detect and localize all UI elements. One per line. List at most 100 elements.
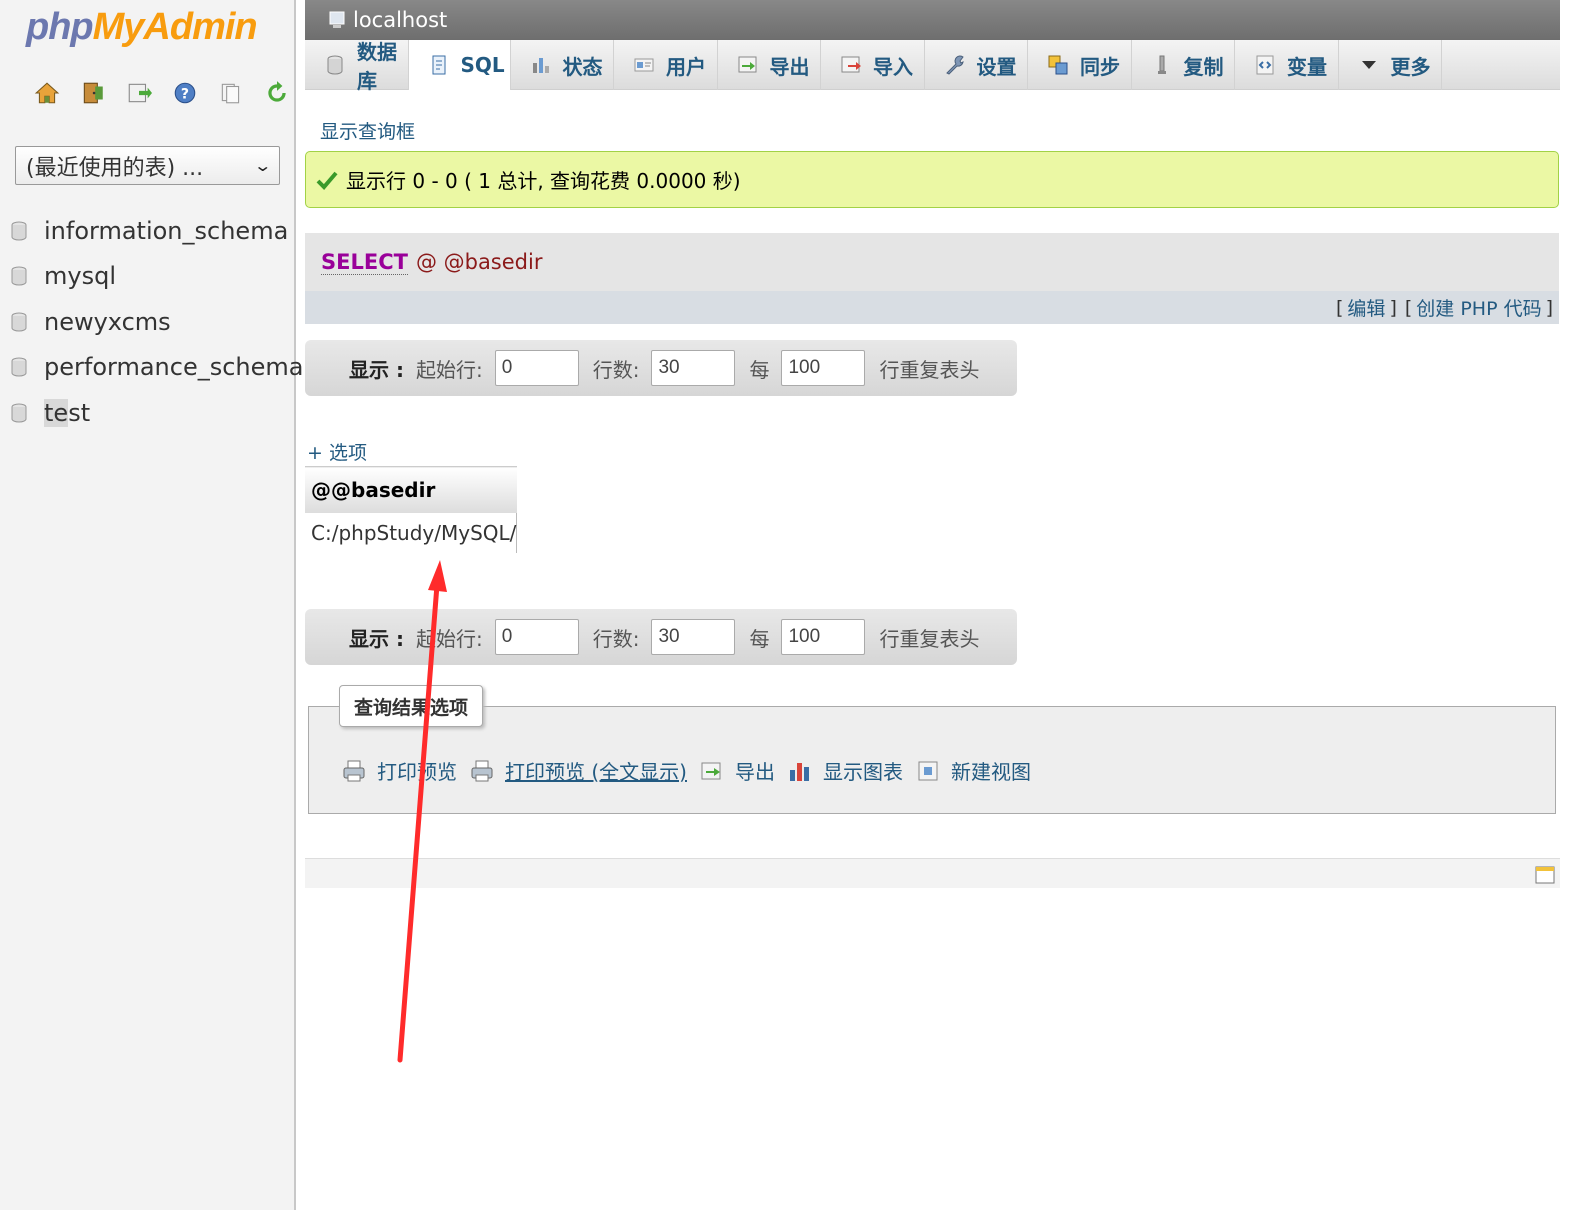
database-name-rest: st [68,398,91,427]
console-icon[interactable] [1534,864,1556,886]
print-full-icon [471,760,493,781]
database-icon [11,357,27,377]
database-name[interactable]: mysql [44,262,116,290]
console-bar [305,858,1560,888]
repeat-header-input[interactable] [781,619,866,655]
tab-label: 同步 [1080,54,1120,79]
logout-icon[interactable] [70,78,116,108]
edit-query-link[interactable]: 编辑 [1347,294,1385,321]
options-toggle-link[interactable]: + 选项 [307,438,367,465]
start-row-label: 起始行: [415,357,483,382]
rows-count-input[interactable] [651,350,736,386]
query-window-icon[interactable] [116,78,162,108]
link-label: 新建视图 [950,760,1031,784]
checkmark-icon [316,171,338,190]
repeat-header-label: 行重复表头 [879,357,980,382]
tab-import[interactable]: 导入 [821,40,925,90]
database-icon [11,221,27,241]
server-icon [329,11,345,28]
show-query-box-link[interactable]: 显示查询框 [320,117,415,144]
database-list: information_schema mysql newyxcms perfor… [10,208,303,436]
bracket: ] [1545,296,1553,319]
replication-icon [1150,53,1174,77]
chevron-down-icon [1357,53,1381,77]
tab-variables[interactable]: 变量 [1235,40,1339,90]
results-navigation-top: 显示 : 起始行: 行数: 每 行重复表头 [305,340,1017,396]
docs-icon[interactable] [208,78,254,108]
display-chart-link[interactable]: 显示图表 [787,756,903,785]
export-icon [736,53,760,77]
export-icon [701,762,721,779]
tab-databases[interactable]: 数据库 [305,40,409,93]
database-item[interactable]: newyxcms [10,299,303,345]
database-icon [323,53,347,77]
red-arrow-annotation [397,560,447,1063]
link-label: 导出 [734,760,775,784]
column-header[interactable]: @@basedir [305,466,517,513]
database-item[interactable]: information_schema [10,208,303,254]
link-label: 显示图表 [822,760,903,784]
tab-label: 用户 [666,54,706,79]
sql-icon [427,53,451,77]
tab-sync[interactable]: 同步 [1028,40,1132,90]
tab-label: SQL [460,53,505,77]
tab-sql[interactable]: SQL [408,40,511,90]
users-icon [632,53,656,77]
sql-keyword[interactable]: SELECT [321,250,408,275]
bracket: [ [1404,296,1413,319]
database-name[interactable]: test [44,398,91,427]
help-icon[interactable]: ? [162,78,208,108]
server-link[interactable]: localhost [353,8,447,32]
every-label: 每 [749,357,770,382]
rows-count-input[interactable] [651,619,736,655]
table-cell[interactable]: C:/phpStudy/MySQL/ [305,512,518,553]
tab-label: 导入 [873,54,913,79]
tab-label: 设置 [976,54,1017,79]
every-label: 每 [749,626,770,651]
home-icon[interactable] [24,78,70,108]
export-link[interactable]: 导出 [699,756,775,785]
tab-label: 更多 [1390,54,1431,79]
tab-replication[interactable]: 复制 [1132,40,1235,90]
create-view-link[interactable]: 新建视图 [915,756,1031,785]
view-icon [918,761,938,780]
server-breadcrumb: localhost [305,0,1560,40]
start-row-input[interactable] [494,619,579,655]
repeat-header-input[interactable] [781,350,866,386]
svg-text:?: ? [181,86,189,102]
show-label: 显示 : [349,357,404,382]
tab-status[interactable]: 状态 [511,40,614,90]
create-php-code-link[interactable]: 创建 PHP 代码 [1416,294,1541,321]
sql-query-display: SELECT @ @basedir [305,233,1559,291]
tab-label: 复制 [1183,54,1224,79]
recent-tables-value: (最近使用的表) ... [26,155,204,181]
database-icon [11,266,27,286]
nav-icon-bar: ? [24,78,300,108]
print-preview-full-link[interactable]: 打印预览 (全文显示) [469,756,687,785]
database-name[interactable]: newyxcms [44,308,171,336]
database-item-selected[interactable]: test [10,390,303,436]
recent-tables-select[interactable]: (最近使用的表) ... ⌄ [15,146,280,185]
tab-more[interactable]: 更多 [1339,40,1442,90]
tab-label: 数据库 [357,40,397,93]
database-item[interactable]: mysql [10,254,303,300]
reload-icon[interactable] [254,78,300,108]
database-name[interactable]: information_schema [44,217,288,245]
repeat-header-label: 行重复表头 [879,626,980,651]
bracket: ] [1389,296,1397,319]
tab-users[interactable]: 用户 [614,40,718,90]
tab-label: 变量 [1287,54,1327,79]
database-name-highlight: te [44,398,69,427]
phpmyadmin-logo[interactable]: phpMyAdmin [26,6,258,49]
bracket: [ [1336,296,1344,319]
database-item[interactable]: performance_schema [10,345,303,391]
chart-icon [789,762,809,781]
tab-settings[interactable]: 设置 [925,40,1028,90]
tab-export[interactable]: 导出 [718,40,821,90]
chevron-down-icon: ⌄ [252,156,272,175]
navigation-panel: phpMyAdmin ? (最近使用的表) ... ⌄ information_… [0,0,303,1210]
database-icon [11,312,27,332]
start-row-input[interactable] [494,350,579,386]
database-name[interactable]: performance_schema [44,353,303,381]
top-menu-tabs: 数据库 SQL 状态 用户 导出 导入 设置 同步 复制 变量 更多 [305,40,1560,93]
